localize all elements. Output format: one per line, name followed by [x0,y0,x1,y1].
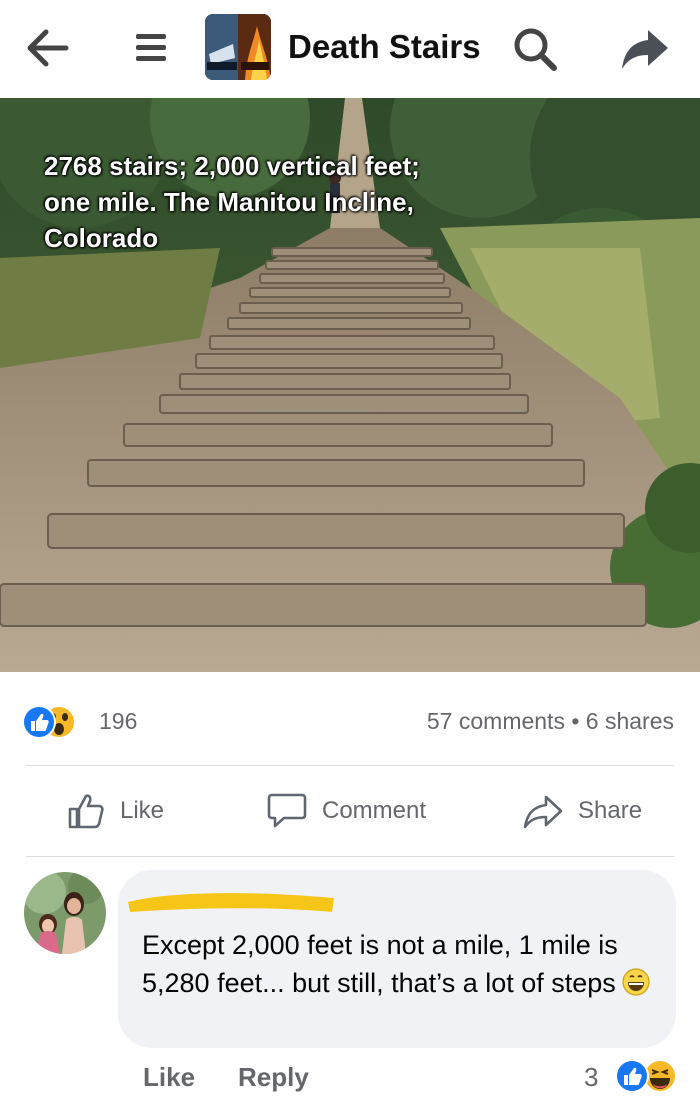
divider [26,765,674,766]
comment-bubble-icon [267,793,307,828]
comments-shares-count[interactable]: 57 comments • 6 shares [427,708,674,735]
like-label: Like [120,797,165,824]
reaction-icons[interactable] [22,704,96,740]
share-arrow-icon[interactable] [618,22,672,76]
search-icon[interactable] [510,24,560,74]
comment-body: Except 2,000 feet is not a mile, 1 mile … [142,930,618,998]
share-icon [523,795,563,829]
comment-like-button[interactable]: Like [143,1062,195,1093]
thumbs-up-icon [68,794,104,829]
comment-reaction-icons[interactable] [608,1056,680,1096]
reactions-summary[interactable]: 196 57 comments • 6 shares [0,690,700,750]
menu-icon[interactable] [130,26,174,70]
like-button[interactable]: Like [66,786,164,836]
author-name-redaction [128,893,334,912]
back-arrow-icon[interactable] [22,22,74,74]
share-label: Share [578,797,643,824]
comment-label: Comment [322,797,427,824]
top-bar: Death Stairs [0,0,700,99]
comment-bubble[interactable]: Except 2,000 feet is not a mile, 1 mile … [118,870,676,1048]
reaction-count[interactable]: 196 [99,708,137,735]
image-caption: 2768 stairs; 2,000 vertical feet; one mi… [44,151,420,253]
comment-button[interactable]: Comment [266,786,426,836]
commenter-avatar[interactable] [24,872,106,954]
grinning-face-icon [622,968,650,1006]
post-photo[interactable]: 2768 stairs; 2,000 vertical feet; one mi… [0,98,700,672]
page-title[interactable]: Death Stairs [288,28,481,66]
page-avatar[interactable] [205,14,271,80]
share-button[interactable]: Share [522,786,642,836]
comment-reply-button[interactable]: Reply [238,1062,309,1093]
comment-text: Except 2,000 feet is not a mile, 1 mile … [142,926,662,1006]
comment-reaction-count[interactable]: 3 [584,1062,598,1093]
divider [26,856,674,857]
